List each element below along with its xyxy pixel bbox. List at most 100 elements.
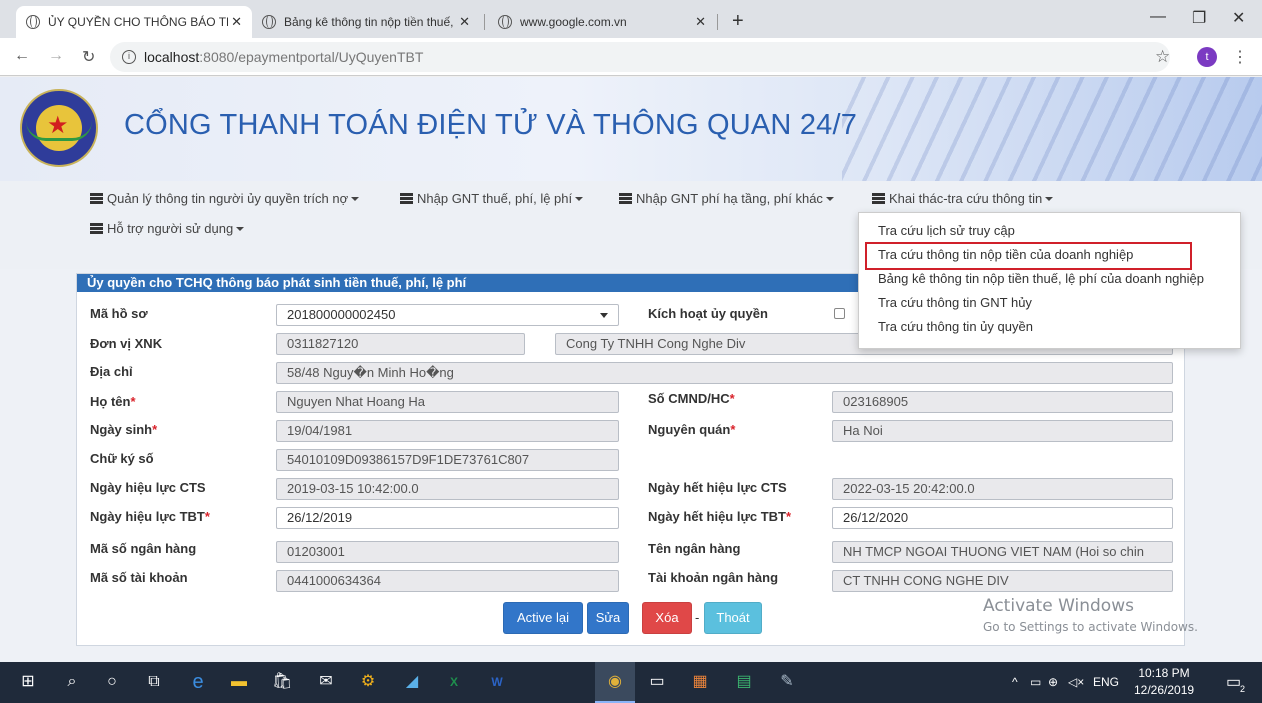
button-separator: - xyxy=(695,610,700,625)
hieu-luc-tbt-field[interactable]: 26/12/2019 xyxy=(276,507,619,529)
minimize-icon[interactable]: — xyxy=(1150,8,1166,26)
dropdown-item-tra-cuu-nop-tien[interactable]: Tra cứu thông tin nộp tiền của doanh ngh… xyxy=(859,243,1240,267)
label-ma-ho-so: Mã hồ sơ xyxy=(90,306,148,321)
ma-tai-khoan-field[interactable]: 0441000634364 xyxy=(276,570,619,592)
label-cmnd: Số CMND/HC* xyxy=(648,391,735,406)
edge-icon[interactable]: e xyxy=(188,672,208,692)
browser-tab[interactable]: Bảng kê thông tin nộp tiền thuế, ✕ xyxy=(252,6,480,38)
menu-ho-tro[interactable]: Hỗ trợ người sử dụng xyxy=(90,221,245,236)
settings-gear-icon[interactable]: ⚙ xyxy=(358,672,378,692)
file-explorer-icon[interactable]: ▬ xyxy=(229,672,249,692)
sua-button[interactable]: Sửa xyxy=(587,602,629,634)
label-chu-ky: Chữ ký số xyxy=(90,451,154,466)
menu-kebab-icon[interactable]: ⋮ xyxy=(1232,47,1248,67)
dropdown-item-lich-su[interactable]: Tra cứu lịch sử truy cập xyxy=(859,219,1240,243)
close-icon[interactable]: ✕ xyxy=(695,14,706,30)
chrome-icon[interactable]: ◉ xyxy=(605,672,625,692)
caret-down-icon xyxy=(351,196,360,201)
active-lai-button[interactable]: Active lại xyxy=(503,602,583,634)
hieu-luc-cts-field[interactable]: 2019-03-15 10:42:00.0 xyxy=(276,478,619,500)
reload-icon[interactable]: ↻ xyxy=(82,47,95,67)
ma-ngan-hang-field[interactable]: 01203001 xyxy=(276,541,619,563)
ma-don-vi-field[interactable]: 0311827120 xyxy=(276,333,525,355)
forward-icon[interactable]: → xyxy=(48,47,64,65)
cortana-icon[interactable]: ○ xyxy=(102,672,122,692)
windows-taskbar: ⊞ ⌕ ○ ⧉ e ▬ 🛍 ✉ ⚙ ◢ X W ◉ ▭ ▦ ▤ ✎ ^ ▭ ⊕ … xyxy=(0,662,1262,703)
url-host: localhost xyxy=(144,49,200,65)
terminal-icon[interactable]: ▭ xyxy=(647,672,667,692)
close-icon[interactable]: ✕ xyxy=(231,14,242,30)
list-icon xyxy=(872,193,885,204)
xoa-button[interactable]: Xóa xyxy=(642,602,692,634)
close-icon[interactable]: ✕ xyxy=(459,14,470,30)
ma-ho-so-select[interactable]: 201800000002450 xyxy=(276,304,619,326)
mail-icon[interactable]: ✉ xyxy=(316,672,336,692)
windows-start-icon[interactable]: ⊞ xyxy=(18,672,38,692)
tk-ngan-hang-field[interactable]: CT TNHH CONG NGHE DIV xyxy=(832,570,1173,592)
back-icon[interactable]: ← xyxy=(14,47,30,65)
menu-quan-ly-uy-quyen[interactable]: Quản lý thông tin người ủy quyền trích n… xyxy=(90,191,360,206)
ten-ngan-hang-field[interactable]: NH TMCP NGOAI THUONG VIET NAM (Hoi so ch… xyxy=(832,541,1173,563)
menu-nhap-gnt-ha-tang[interactable]: Nhập GNT phí hạ tầng, phí khác xyxy=(619,191,834,206)
ngay-sinh-field[interactable]: 19/04/1981 xyxy=(276,420,619,442)
new-tab-icon[interactable]: + xyxy=(732,10,744,33)
ho-ten-field[interactable]: Nguyen Nhat Hoang Ha xyxy=(276,391,619,413)
bookmark-star-icon[interactable]: ☆ xyxy=(1155,47,1170,67)
close-window-icon[interactable]: ✕ xyxy=(1232,8,1245,28)
dropdown-item-bang-ke[interactable]: Bảng kê thông tin nộp tiền thuế, lệ phí … xyxy=(859,267,1240,291)
thoat-button[interactable]: Thoát xyxy=(704,602,762,634)
info-icon[interactable]: i xyxy=(122,50,136,64)
list-icon xyxy=(619,193,632,204)
caret-down-icon xyxy=(825,196,834,201)
search-icon[interactable]: ⌕ xyxy=(62,672,82,692)
het-hieu-luc-tbt-field[interactable]: 26/12/2020 xyxy=(832,507,1173,529)
browser-tab[interactable]: www.google.com.vn ✕ xyxy=(488,6,716,38)
app-icon[interactable]: ◢ xyxy=(402,672,422,692)
dia-chi-field[interactable]: 58/48 Nguy�n Minh Ho�ng xyxy=(276,362,1173,384)
url-field[interactable]: i localhost:8080/epaymentportal/UyQuyenT… xyxy=(110,42,1170,72)
battery-icon[interactable]: ▭ xyxy=(1030,675,1041,689)
clock-time[interactable]: 10:18 PM xyxy=(1134,666,1194,680)
chu-ky-field[interactable]: 54010109D09386157D9F1DE73761C807 xyxy=(276,449,619,471)
restore-icon[interactable]: ❐ xyxy=(1192,8,1206,28)
ma-ho-so-value: 201800000002450 xyxy=(287,307,396,322)
notification-count: 2 xyxy=(1240,684,1246,694)
archive-icon[interactable]: ▦ xyxy=(690,672,710,692)
chevron-up-icon[interactable]: ^ xyxy=(1012,675,1018,689)
dropdown-item-gnt-huy[interactable]: Tra cứu thông tin GNT hủy xyxy=(859,291,1240,315)
customs-logo-icon: ★ xyxy=(20,89,98,167)
notification-icon[interactable]: ▭ xyxy=(1226,672,1241,692)
caret-down-icon xyxy=(575,196,584,201)
tool-icon[interactable]: ✎ xyxy=(777,672,797,692)
tab-separator xyxy=(717,14,718,30)
label-ten-ngan-hang: Tên ngân hàng xyxy=(648,541,741,556)
caret-down-icon xyxy=(236,226,245,231)
task-view-icon[interactable]: ⧉ xyxy=(144,672,164,692)
banner-decoration xyxy=(842,77,1262,181)
globe-icon xyxy=(498,15,512,29)
menu-label: Nhập GNT thuế, phí, lệ phí xyxy=(417,191,573,206)
menu-nhap-gnt-thue[interactable]: Nhập GNT thuế, phí, lệ phí xyxy=(400,191,584,206)
language-indicator[interactable]: ENG xyxy=(1093,675,1119,689)
store-icon[interactable]: 🛍 xyxy=(272,672,292,692)
label-ho-ten: Họ tên* xyxy=(90,394,136,409)
volume-icon[interactable]: ◁× xyxy=(1068,675,1084,689)
clock-date[interactable]: 12/26/2019 xyxy=(1134,683,1194,697)
dropdown-item-uy-quyen[interactable]: Tra cứu thông tin ủy quyền xyxy=(859,315,1240,339)
browser-tab[interactable]: ỦY QUYỀN CHO THÔNG BÁO TH ✕ xyxy=(16,6,252,38)
nguyen-quan-field[interactable]: Ha Noi xyxy=(832,420,1173,442)
activate-windows-subtitle: Go to Settings to activate Windows. xyxy=(983,620,1198,634)
database-icon[interactable]: ▤ xyxy=(734,672,754,692)
kich-hoat-checkbox[interactable] xyxy=(834,308,845,319)
label-het-hieu-luc-tbt: Ngày hết hiệu lực TBT* xyxy=(648,509,792,524)
excel-icon[interactable]: X xyxy=(444,672,464,692)
label-hieu-luc-cts: Ngày hiệu lực CTS xyxy=(90,480,206,495)
word-icon[interactable]: W xyxy=(487,672,507,692)
activate-windows-title: Activate Windows xyxy=(983,596,1134,616)
network-icon[interactable]: ⊕ xyxy=(1048,675,1058,689)
profile-avatar[interactable]: t xyxy=(1197,47,1217,67)
menu-khai-thac-tra-cuu[interactable]: Khai thác-tra cứu thông tin xyxy=(872,191,1054,206)
het-hieu-luc-cts-field[interactable]: 2022-03-15 20:42:00.0 xyxy=(832,478,1173,500)
tab-title: ỦY QUYỀN CHO THÔNG BÁO TH xyxy=(48,15,228,29)
cmnd-field[interactable]: 023168905 xyxy=(832,391,1173,413)
